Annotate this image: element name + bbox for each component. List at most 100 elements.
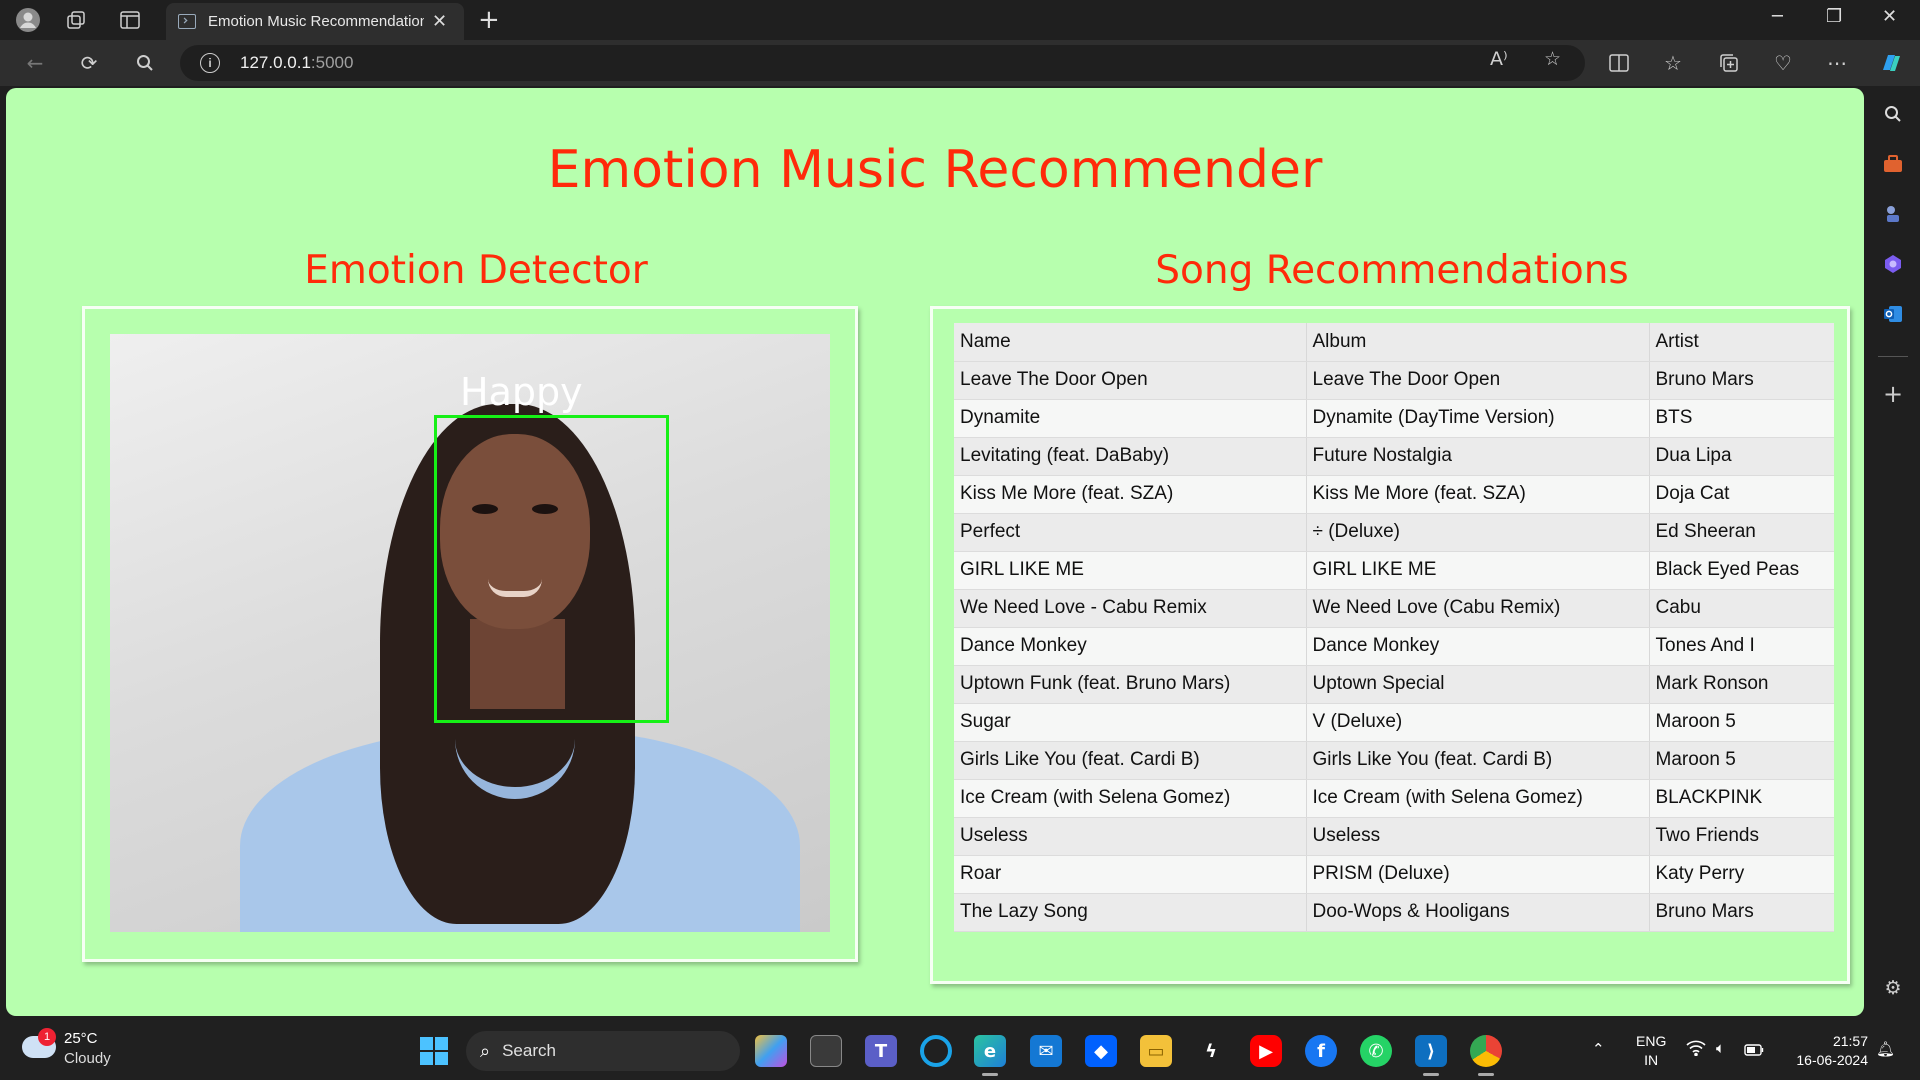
active-tab[interactable]: Emotion Music Recommendation ✕: [166, 3, 464, 40]
sidebar-settings-icon[interactable]: ⚙: [1879, 974, 1907, 1002]
tab-close-icon[interactable]: ✕: [432, 11, 447, 32]
page-viewport: Emotion Music Recommender Emotion Detect…: [6, 88, 1864, 1016]
edge-browser-icon[interactable]: e: [974, 1035, 1006, 1076]
page-title: Emotion Music Recommender: [547, 140, 1323, 200]
song-name-cell: Ice Cream (with Selena Gomez): [954, 779, 1307, 818]
song-name-cell: Girls Like You (feat. Cardi B): [954, 741, 1307, 780]
artist-cell: Doja Cat: [1649, 475, 1834, 514]
wifi-icon[interactable]: [1686, 1040, 1706, 1060]
weather-temperature[interactable]: 25°C: [64, 1030, 98, 1047]
artist-cell: Maroon 5: [1649, 741, 1834, 780]
song-name-cell: Leave The Door Open: [954, 361, 1307, 400]
back-icon[interactable]: ←: [20, 48, 50, 78]
teams-icon[interactable]: T: [865, 1035, 897, 1067]
language-code: ENG: [1636, 1033, 1667, 1049]
whatsapp-icon[interactable]: ✆: [1360, 1035, 1392, 1067]
table-row: Ice Cream (with Selena Gomez) Ice Cream (…: [954, 779, 1834, 818]
song-name-cell: Levitating (feat. DaBaby): [954, 437, 1307, 476]
dropbox-icon[interactable]: ◆: [1085, 1035, 1117, 1067]
sidebar-search-icon[interactable]: [1879, 100, 1907, 128]
facebook-icon[interactable]: f: [1305, 1035, 1337, 1067]
vertical-tabs-icon[interactable]: [116, 6, 144, 34]
restore-icon[interactable]: ❐: [1826, 6, 1842, 27]
table-row: Girls Like You (feat. Cardi B) Girls Like…: [954, 741, 1834, 780]
taskbar-search-label: Search: [502, 1041, 556, 1060]
song-name-cell: Roar: [954, 855, 1307, 894]
webcam-feed: Happy: [110, 334, 830, 932]
artist-cell: Two Friends: [1649, 817, 1834, 856]
favorite-star-icon[interactable]: ☆: [1544, 48, 1561, 70]
weather-description[interactable]: Cloudy: [64, 1050, 111, 1067]
taskbar-search[interactable]: ⌕ Search: [466, 1031, 740, 1071]
song-name-cell: Dynamite: [954, 399, 1307, 438]
sidebar-tools-icon[interactable]: [1879, 150, 1907, 178]
power-automate-icon[interactable]: ϟ: [1195, 1035, 1227, 1067]
read-aloud-icon[interactable]: A⁾: [1490, 48, 1508, 70]
show-hidden-icons-icon[interactable]: ⌃: [1592, 1040, 1605, 1058]
vscode-icon[interactable]: ⟩: [1415, 1035, 1447, 1076]
song-name-cell: We Need Love - Cabu Remix: [954, 589, 1307, 628]
album-cell: We Need Love (Cabu Remix): [1306, 589, 1650, 628]
refresh-icon[interactable]: ⟳: [74, 48, 104, 78]
sidebar-add-icon[interactable]: +: [1879, 380, 1907, 408]
song-name-cell: Perfect: [954, 513, 1307, 552]
song-recommendations-heading: Song Recommendations: [1155, 248, 1629, 293]
battery-icon[interactable]: [1744, 1042, 1764, 1060]
url-bar[interactable]: i 127.0.0.1 :5000 A⁾ ☆: [180, 45, 1585, 81]
notification-bell-icon[interactable]: 🔔︎: [1876, 1040, 1895, 1058]
sidebar-games-icon[interactable]: [1879, 200, 1907, 228]
new-tab-button[interactable]: +: [478, 5, 500, 35]
split-screen-icon[interactable]: [1604, 48, 1634, 78]
language-indicator[interactable]: ENG IN: [1636, 1032, 1666, 1070]
artist-cell: Dua Lipa: [1649, 437, 1834, 476]
weather-badge: 1: [38, 1028, 56, 1046]
chrome-icon[interactable]: [1470, 1035, 1502, 1076]
artist-cell: Bruno Mars: [1649, 893, 1834, 932]
song-name-cell: Dance Monkey: [954, 627, 1307, 666]
album-cell: GIRL LIKE ME: [1306, 551, 1650, 590]
songs-table: Name Album Artist Leave The Door Open Lea…: [954, 323, 1834, 932]
browser-essentials-icon[interactable]: ♡: [1768, 48, 1798, 78]
favorites-icon[interactable]: ☆: [1658, 48, 1688, 78]
table-row: We Need Love - Cabu Remix We Need Love (C…: [954, 589, 1834, 628]
album-cell: PRISM (Deluxe): [1306, 855, 1650, 894]
workspaces-icon[interactable]: [62, 6, 90, 34]
table-row: Roar PRISM (Deluxe) Katy Perry: [954, 855, 1834, 894]
artist-cell: Black Eyed Peas: [1649, 551, 1834, 590]
table-header-row: Name Album Artist: [954, 323, 1834, 362]
copilot-app-icon[interactable]: [755, 1035, 787, 1067]
system-clock[interactable]: 21:57 16-06-2024: [1780, 1032, 1868, 1070]
artist-cell: Maroon 5: [1649, 703, 1834, 742]
profile-icon[interactable]: [14, 6, 42, 34]
song-name-cell: GIRL LIKE ME: [954, 551, 1307, 590]
youtube-icon[interactable]: ▶: [1250, 1035, 1282, 1067]
search-icon[interactable]: [130, 48, 160, 78]
cortana-icon[interactable]: [920, 1035, 952, 1067]
windows-start-icon[interactable]: [420, 1037, 448, 1065]
site-info-icon[interactable]: i: [200, 53, 220, 73]
file-explorer-icon[interactable]: ▭: [1140, 1035, 1172, 1067]
song-name-cell: Sugar: [954, 703, 1307, 742]
sidebar-copilot-icon[interactable]: [1879, 250, 1907, 278]
mail-icon[interactable]: ✉: [1030, 1035, 1062, 1067]
emotion-detector-heading: Emotion Detector: [304, 248, 648, 293]
artist-cell: Katy Perry: [1649, 855, 1834, 894]
copilot-icon[interactable]: [1876, 48, 1906, 78]
collections-icon[interactable]: [1714, 48, 1744, 78]
volume-icon[interactable]: 🔈︎: [1716, 1039, 1725, 1057]
album-cell: Leave The Door Open: [1306, 361, 1650, 400]
close-window-icon[interactable]: ✕: [1882, 6, 1897, 27]
sidebar-outlook-icon[interactable]: [1879, 300, 1907, 328]
task-view-icon[interactable]: [810, 1035, 842, 1067]
sidebar-divider: [1878, 356, 1908, 357]
table-row: Leave The Door Open Leave The Door Open Br…: [954, 361, 1834, 400]
address-toolbar: ← ⟳ i 127.0.0.1 :5000 A⁾ ☆ ☆ ♡ ⋯: [0, 40, 1920, 86]
table-row: Kiss Me More (feat. SZA) Kiss Me More (fe…: [954, 475, 1834, 514]
more-menu-icon[interactable]: ⋯: [1822, 48, 1852, 78]
taskbar-search-icon: ⌕: [480, 1040, 491, 1062]
url-host: 127.0.0.1: [240, 53, 311, 72]
minimize-icon[interactable]: ─: [1772, 6, 1783, 27]
page-favicon-icon: [178, 14, 196, 29]
table-row: Perfect ÷ (Deluxe) Ed Sheeran: [954, 513, 1834, 552]
column-header-album: Album: [1306, 323, 1650, 362]
